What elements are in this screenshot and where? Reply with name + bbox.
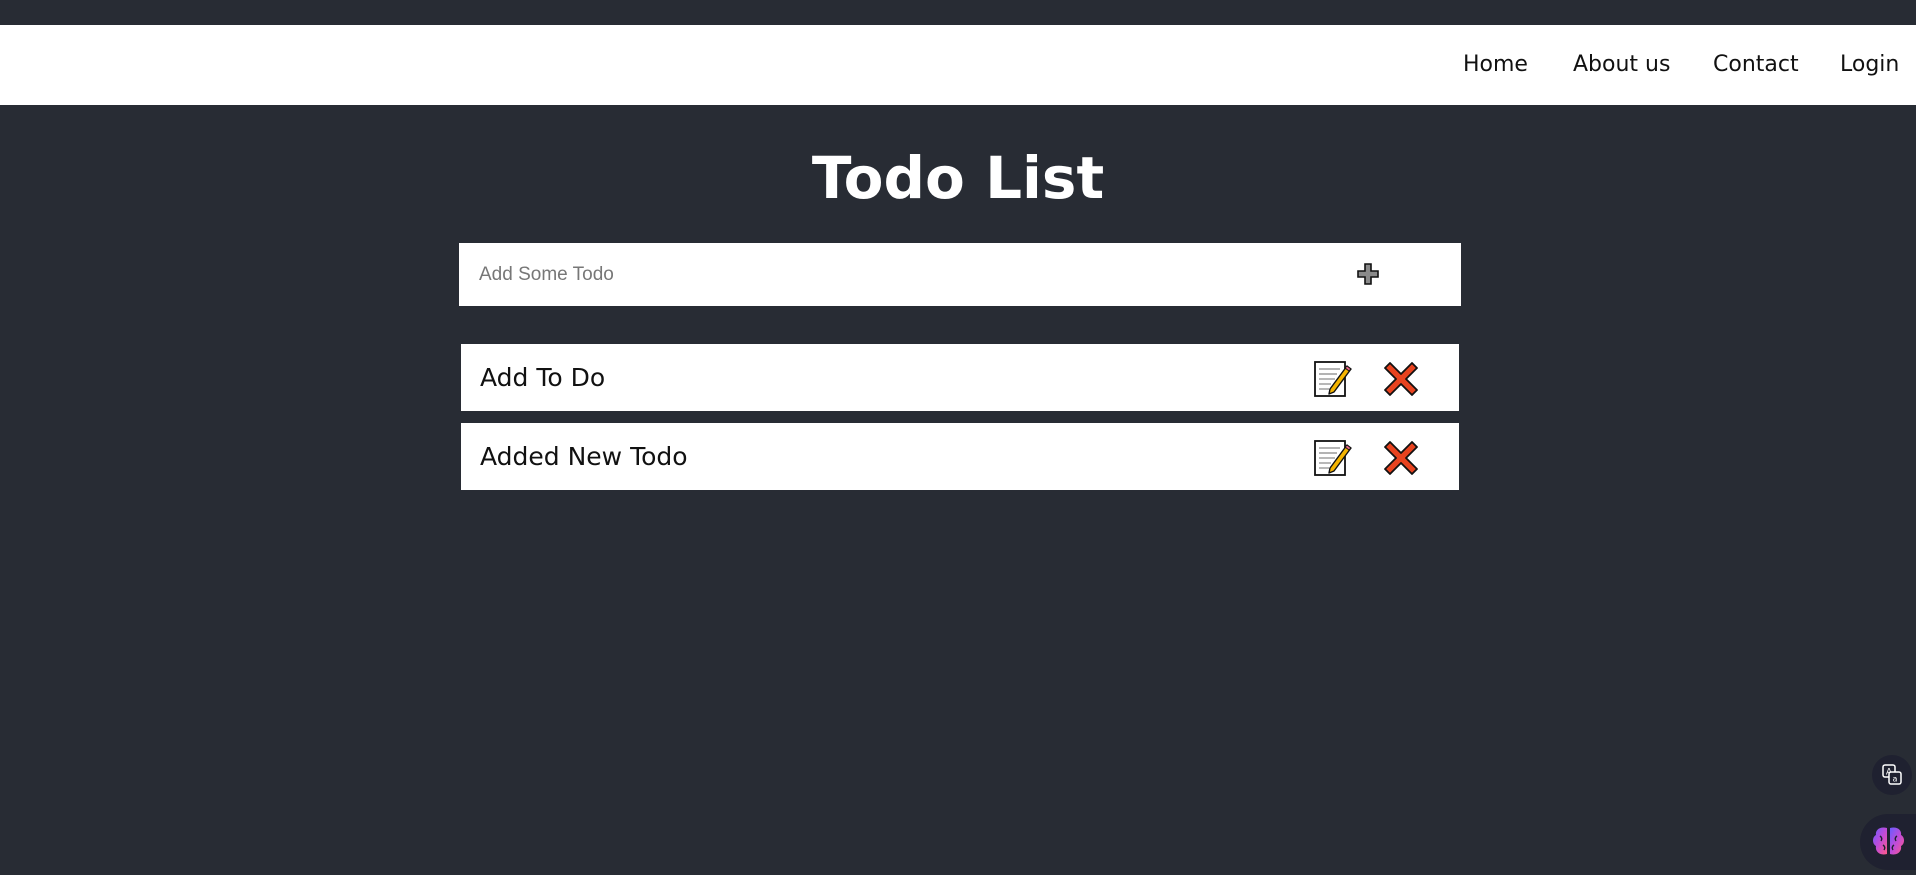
memo-pencil-icon: [1314, 361, 1352, 397]
navbar: Home About us Contact Login: [0, 25, 1916, 105]
todo-item: Add To Do: [461, 344, 1459, 411]
add-todo-input[interactable]: [479, 243, 1279, 306]
page-title: Todo List: [811, 144, 1105, 212]
todo-text: Added New Todo: [480, 442, 688, 471]
edit-todo-button[interactable]: [1313, 360, 1353, 398]
cross-mark-icon: [1384, 362, 1418, 396]
nav-link-home[interactable]: Home: [1463, 50, 1528, 80]
translate-icon: A a: [1882, 764, 1902, 785]
nav-link-about-us[interactable]: About us: [1573, 50, 1670, 80]
cross-mark-icon: [1384, 441, 1418, 475]
edit-todo-button[interactable]: [1313, 439, 1353, 477]
nav-link-login[interactable]: Login: [1840, 50, 1899, 80]
add-todo-button[interactable]: [1352, 258, 1384, 290]
top-strip: [0, 0, 1916, 25]
delete-todo-button[interactable]: [1382, 360, 1420, 398]
delete-todo-button[interactable]: [1382, 439, 1420, 477]
nav-link-contact[interactable]: Contact: [1713, 50, 1799, 80]
add-todo-form: [459, 243, 1461, 306]
brain-icon: [1873, 827, 1904, 855]
svg-text:a: a: [1893, 775, 1898, 784]
plus-icon: [1357, 263, 1379, 285]
assistant-button[interactable]: [1860, 814, 1916, 870]
memo-pencil-icon: [1314, 440, 1352, 476]
todo-item: Added New Todo: [461, 423, 1459, 490]
todo-text: Add To Do: [480, 363, 606, 392]
translate-button[interactable]: A a: [1872, 755, 1912, 795]
